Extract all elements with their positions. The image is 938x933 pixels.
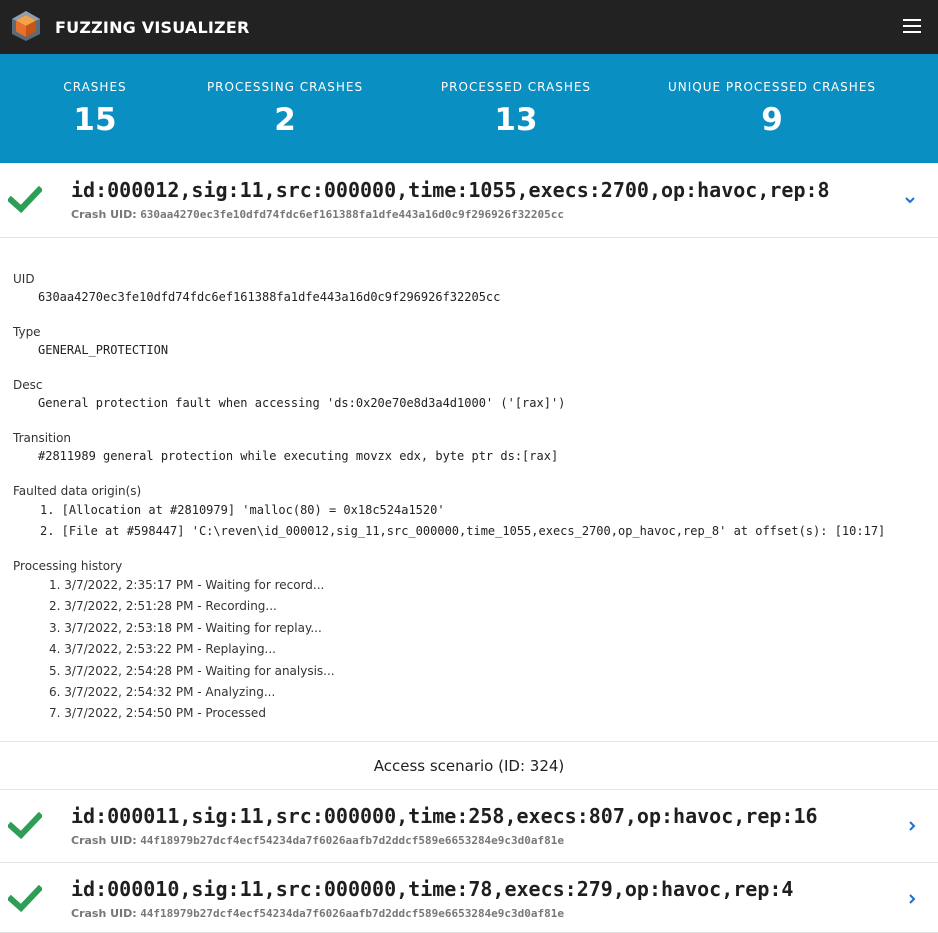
history-item: 5. 3/7/2022, 2:54:28 PM - Waiting for an… bbox=[49, 664, 335, 678]
history-item: 1. 3/7/2022, 2:35:17 PM - Waiting for re… bbox=[49, 578, 325, 592]
chevron-right-icon[interactable] bbox=[906, 820, 918, 832]
check-icon bbox=[8, 186, 42, 214]
desc-value: General protection fault when accessing … bbox=[38, 396, 566, 410]
crash-name: id:000010,sig:11,src:000000,time:78,exec… bbox=[71, 877, 794, 901]
crash-details: UID 630aa4270ec3fe10dfd74fdc6ef161388fa1… bbox=[0, 238, 938, 741]
origin-item: 1. [Allocation at #2810979] 'malloc(80) … bbox=[40, 503, 445, 517]
stat-label: CRASHES bbox=[63, 80, 127, 94]
origins-label: Faulted data origin(s) bbox=[13, 484, 142, 498]
stat-processed-crashes: PROCESSED CRASHES 13 bbox=[436, 54, 596, 163]
access-scenario-label: Access scenario (ID: 324) bbox=[373, 757, 565, 775]
stat-crashes: CRASHES 15 bbox=[35, 54, 155, 163]
type-value: GENERAL_PROTECTION bbox=[38, 343, 169, 357]
transition-value: #2811989 general protection while execut… bbox=[38, 449, 559, 463]
crash-uid: Crash UID: 44f18979b27dcf4ecf54234da7f60… bbox=[71, 907, 564, 920]
crash-uid-label: Crash UID: bbox=[71, 907, 137, 920]
crash-name: id:000011,sig:11,src:000000,time:258,exe… bbox=[71, 804, 818, 828]
stat-unique-processed-crashes: UNIQUE PROCESSED CRASHES 9 bbox=[662, 54, 882, 163]
crash-row[interactable]: id:000011,sig:11,src:000000,time:258,exe… bbox=[0, 790, 938, 863]
type-label: Type bbox=[13, 325, 41, 339]
crash-uid-label: Crash UID: bbox=[71, 208, 137, 221]
history-label: Processing history bbox=[13, 559, 123, 573]
history-item: 3. 3/7/2022, 2:53:18 PM - Waiting for re… bbox=[49, 621, 322, 635]
access-scenario-link[interactable]: Access scenario (ID: 324) bbox=[0, 741, 938, 790]
origin-item: 2. [File at #598447] 'C:\reven\id_000012… bbox=[40, 524, 886, 538]
history-item: 4. 3/7/2022, 2:53:22 PM - Replaying... bbox=[49, 642, 276, 656]
stat-value: 9 bbox=[761, 102, 783, 138]
check-icon bbox=[8, 885, 42, 913]
stat-label: PROCESSING CRASHES bbox=[206, 80, 364, 94]
crash-row-expanded[interactable]: id:000012,sig:11,src:000000,time:1055,ex… bbox=[0, 163, 938, 238]
crash-name: id:000012,sig:11,src:000000,time:1055,ex… bbox=[71, 178, 830, 202]
history-item: 2. 3/7/2022, 2:51:28 PM - Recording... bbox=[49, 599, 277, 613]
stat-value: 15 bbox=[73, 102, 117, 138]
crash-uid: Crash UID: 44f18979b27dcf4ecf54234da7f60… bbox=[71, 834, 564, 847]
stat-label: UNIQUE PROCESSED CRASHES bbox=[667, 80, 877, 94]
top-bar: FUZZING VISUALIZER bbox=[0, 0, 938, 54]
app-title: FUZZING VISUALIZER bbox=[55, 18, 250, 37]
crash-uid: Crash UID: 630aa4270ec3fe10dfd74fdc6ef16… bbox=[71, 208, 564, 221]
transition-label: Transition bbox=[13, 431, 72, 445]
stats-banner: CRASHES 15 PROCESSING CRASHES 2 PROCESSE… bbox=[0, 54, 938, 163]
crash-row[interactable]: id:000010,sig:11,src:000000,time:78,exec… bbox=[0, 863, 938, 933]
history-item: 7. 3/7/2022, 2:54:50 PM - Processed bbox=[49, 706, 266, 720]
crash-uid-label: Crash UID: bbox=[71, 834, 137, 847]
crash-uid-value: 44f18979b27dcf4ecf54234da7f6026aafb7d2dd… bbox=[140, 834, 565, 847]
hamburger-menu-icon[interactable] bbox=[903, 19, 921, 34]
stat-label: PROCESSED CRASHES bbox=[440, 80, 592, 94]
uid-value: 630aa4270ec3fe10dfd74fdc6ef161388fa1dfe4… bbox=[38, 290, 501, 304]
chevron-right-icon[interactable] bbox=[906, 893, 918, 905]
crash-uid-value: 44f18979b27dcf4ecf54234da7f6026aafb7d2dd… bbox=[140, 907, 565, 920]
cube-logo-icon bbox=[12, 11, 40, 41]
stat-value: 2 bbox=[274, 102, 296, 138]
check-icon bbox=[8, 812, 42, 840]
history-item: 6. 3/7/2022, 2:54:32 PM - Analyzing... bbox=[49, 685, 276, 699]
chevron-down-icon[interactable] bbox=[904, 194, 916, 206]
stat-processing-crashes: PROCESSING CRASHES 2 bbox=[200, 54, 370, 163]
desc-label: Desc bbox=[13, 378, 43, 392]
uid-label: UID bbox=[13, 272, 35, 286]
stat-value: 13 bbox=[494, 102, 538, 138]
crash-uid-value: 630aa4270ec3fe10dfd74fdc6ef161388fa1dfe4… bbox=[140, 208, 565, 221]
